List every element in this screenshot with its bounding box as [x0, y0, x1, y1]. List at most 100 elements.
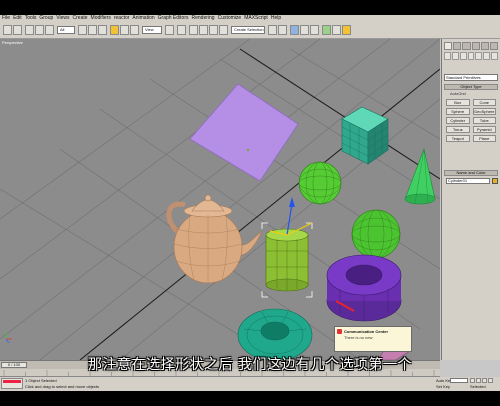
- command-panel-tabs: [444, 42, 499, 50]
- select-and-rotate-button[interactable]: [120, 25, 129, 35]
- category-dropdown[interactable]: Standard Primitives: [444, 74, 498, 81]
- menu-item-group[interactable]: Group: [39, 15, 53, 22]
- object-button-tube[interactable]: Tube: [472, 117, 496, 124]
- menu-item-tools[interactable]: Tools: [25, 15, 37, 22]
- curve-editor-button[interactable]: [300, 25, 309, 35]
- reference-coord-dropdown[interactable]: View: [142, 26, 162, 34]
- object-button-geosphere[interactable]: GeoSphere: [472, 108, 496, 115]
- object-name-field[interactable]: Cylinder01: [446, 178, 490, 184]
- viewport-scene: [0, 39, 440, 360]
- helpers-icon[interactable]: [475, 52, 483, 60]
- object-button-sphere[interactable]: Sphere: [446, 108, 470, 115]
- menu-item-graph-editors[interactable]: Graph Editors: [158, 15, 189, 22]
- object-button-box[interactable]: Box: [446, 99, 470, 106]
- angle-snap-button[interactable]: [199, 25, 208, 35]
- torus-object: [237, 308, 313, 360]
- set-key-button[interactable]: Set Key: [436, 384, 450, 389]
- object-type-rollout[interactable]: Object Type: [444, 84, 498, 90]
- render-scene-button[interactable]: [332, 25, 341, 35]
- menu-item-animation[interactable]: Animation: [132, 15, 154, 22]
- menu-item-reactor[interactable]: reactor: [114, 15, 130, 22]
- object-color-swatch[interactable]: [492, 178, 498, 184]
- material-editor-button[interactable]: [322, 25, 331, 35]
- maxscript-listener-mini[interactable]: [1, 378, 23, 389]
- spinner-snap-button[interactable]: [219, 25, 228, 35]
- quick-render-button[interactable]: [342, 25, 351, 35]
- prompt-line-text: Click and drag to select and move object…: [25, 384, 100, 389]
- snaps-toggle-button[interactable]: [189, 25, 198, 35]
- rectangular-selection-button[interactable]: [98, 25, 107, 35]
- space-warps-icon[interactable]: [483, 52, 491, 60]
- menu-bar: File Edit Tools Group Views Create Modifiers re…: [0, 15, 500, 22]
- previous-frame-button[interactable]: [476, 378, 481, 383]
- named-selection-field[interactable]: Create Selection Set: [231, 26, 265, 34]
- viewport-label[interactable]: Perspective: [2, 40, 23, 45]
- box-object: [341, 106, 389, 165]
- menu-item-help[interactable]: Help: [271, 15, 281, 22]
- align-button[interactable]: [278, 25, 287, 35]
- perspective-viewport[interactable]: Perspective: [0, 39, 440, 360]
- menu-item-customize[interactable]: Customize: [218, 15, 242, 22]
- selected-mode-label: Selected: [470, 384, 486, 389]
- menu-item-modifiers[interactable]: Modifiers: [91, 15, 111, 22]
- geometry-icon[interactable]: [444, 52, 451, 60]
- menu-item-rendering[interactable]: Rendering: [192, 15, 215, 22]
- teapot-object: [166, 194, 263, 284]
- communication-icon: [337, 329, 342, 334]
- sphere-object-right: [351, 209, 401, 259]
- play-button[interactable]: [482, 378, 487, 383]
- selection-status-text: 1 Object Selected: [25, 378, 57, 383]
- tab-modify[interactable]: [453, 42, 462, 50]
- menu-item-maxscript[interactable]: MAXScript: [244, 15, 268, 22]
- select-link-button[interactable]: [25, 25, 34, 35]
- tab-utilities[interactable]: [489, 42, 499, 50]
- menu-item-create[interactable]: Create: [73, 15, 88, 22]
- unlink-button[interactable]: [35, 25, 44, 35]
- shapes-icon[interactable]: [451, 52, 459, 60]
- object-button-cylinder[interactable]: Cylinder: [446, 117, 470, 124]
- go-to-start-button[interactable]: [470, 378, 475, 383]
- cameras-icon[interactable]: [467, 52, 475, 60]
- tab-create[interactable]: [444, 42, 453, 50]
- tab-motion[interactable]: [471, 42, 480, 50]
- object-button-plane[interactable]: Plane: [472, 135, 496, 142]
- selected-mode-dropdown[interactable]: [450, 378, 468, 383]
- selection-filter-dropdown[interactable]: All: [57, 26, 75, 34]
- communication-center-popup[interactable]: Communication Center There is no new: [334, 326, 412, 352]
- status-bar: 1 Object Selected Click and drag to sele…: [0, 377, 500, 391]
- mirror-button[interactable]: [268, 25, 277, 35]
- lights-icon[interactable]: [459, 52, 467, 60]
- cone-object: [404, 147, 436, 205]
- undo-button[interactable]: [3, 25, 12, 35]
- object-button-cone[interactable]: Cone: [472, 99, 496, 106]
- communication-title: Communication Center: [344, 329, 389, 334]
- name-and-color-rollout[interactable]: Name and Color: [444, 170, 498, 176]
- menu-item-file[interactable]: File: [2, 15, 10, 22]
- object-button-torus[interactable]: Torus: [446, 126, 470, 133]
- schematic-view-button[interactable]: [310, 25, 319, 35]
- main-toolbar: All View Create Selection Set: [0, 22, 500, 39]
- select-and-scale-button[interactable]: [130, 25, 139, 35]
- object-button-teapot[interactable]: Teapot: [446, 135, 470, 142]
- plane-pivot: [246, 148, 250, 152]
- bind-space-warp-button[interactable]: [45, 25, 54, 35]
- next-frame-button[interactable]: [488, 378, 493, 383]
- layer-manager-button[interactable]: [290, 25, 299, 35]
- menu-item-edit[interactable]: Edit: [13, 15, 22, 22]
- pivot-center-button[interactable]: [165, 25, 174, 35]
- tab-display[interactable]: [480, 42, 489, 50]
- tube-object: [326, 254, 402, 322]
- systems-icon[interactable]: [491, 52, 499, 60]
- autogrid-checkbox[interactable]: AutoGrid: [450, 91, 466, 96]
- select-and-move-button[interactable]: [110, 25, 119, 35]
- communication-subtitle: There is no new: [344, 335, 373, 340]
- select-and-manipulate-button[interactable]: [177, 25, 186, 35]
- tab-hierarchy[interactable]: [462, 42, 471, 50]
- select-object-button[interactable]: [78, 25, 87, 35]
- percent-snap-button[interactable]: [209, 25, 218, 35]
- menu-item-views[interactable]: Views: [56, 15, 69, 22]
- object-button-pyramid[interactable]: Pyramid: [472, 126, 496, 133]
- redo-button[interactable]: [13, 25, 22, 35]
- create-category-row: [444, 52, 499, 60]
- select-by-name-button[interactable]: [88, 25, 97, 35]
